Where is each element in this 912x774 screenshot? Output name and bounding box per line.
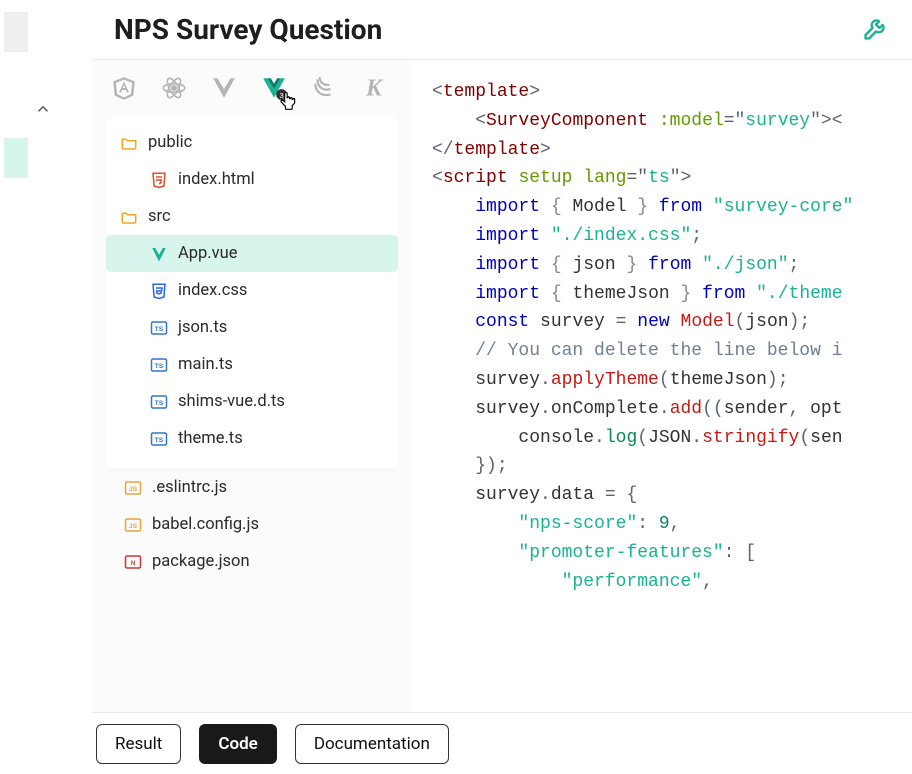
js-icon: JS <box>124 479 142 497</box>
svg-text:TS: TS <box>155 437 164 444</box>
file-panel: 3 K public index.html <box>92 60 412 712</box>
svg-text:3: 3 <box>279 91 283 100</box>
product-switch-1[interactable] <box>4 12 28 52</box>
file-json-ts[interactable]: TS json.ts <box>106 309 398 346</box>
file-package-json[interactable]: N package.json <box>106 543 398 580</box>
ts-icon: TS <box>150 356 168 374</box>
js-icon: JS <box>124 516 142 534</box>
page-header: NPS Survey Question <box>92 0 912 60</box>
file-tree: public index.html src App.vue index.css <box>106 116 398 469</box>
file-label: json.ts <box>178 318 227 337</box>
file-label: theme.ts <box>178 429 243 448</box>
file-label: App.vue <box>178 244 237 263</box>
ts-icon: TS <box>150 430 168 448</box>
file-label: babel.config.js <box>152 515 259 534</box>
file-app-vue[interactable]: App.vue <box>106 235 398 272</box>
file-babel-config[interactable]: JS babel.config.js <box>106 506 398 543</box>
html5-icon <box>150 171 168 189</box>
jquery-icon[interactable] <box>310 74 338 102</box>
file-main-ts[interactable]: TS main.ts <box>106 346 398 383</box>
svg-text:JS: JS <box>129 486 138 493</box>
folder-open-icon <box>120 134 138 152</box>
json-icon: N <box>124 553 142 571</box>
svg-text:TS: TS <box>155 363 164 370</box>
file-theme-ts[interactable]: TS theme.ts <box>106 420 398 457</box>
svg-text:TS: TS <box>155 326 164 333</box>
folder-open-icon <box>120 208 138 226</box>
file-label: index.html <box>178 170 255 189</box>
root-files: JS .eslintrc.js JS babel.config.js N pac… <box>106 469 398 580</box>
file-label: index.css <box>178 281 247 300</box>
result-button[interactable]: Result <box>96 724 181 764</box>
folder-label: src <box>148 207 171 226</box>
angular-icon[interactable] <box>110 74 138 102</box>
folder-public[interactable]: public <box>106 124 398 161</box>
file-label: package.json <box>152 552 250 571</box>
svg-text:N: N <box>131 561 135 567</box>
file-label: shims-vue.d.ts <box>178 392 285 411</box>
file-label: .eslintrc.js <box>152 478 227 497</box>
code-button[interactable]: Code <box>199 724 276 764</box>
file-eslintrc[interactable]: JS .eslintrc.js <box>106 469 398 506</box>
framework-tabs: 3 K <box>92 74 412 116</box>
left-rail <box>0 0 92 774</box>
ts-icon: TS <box>150 319 168 337</box>
svg-text:K: K <box>365 76 384 101</box>
folder-src[interactable]: src <box>106 198 398 235</box>
page-title: NPS Survey Question <box>114 13 382 46</box>
svg-text:JS: JS <box>129 523 138 530</box>
code-editor[interactable]: <template> <SurveyComponent :model="surv… <box>412 60 912 712</box>
svg-text:TS: TS <box>155 400 164 407</box>
collapse-chevron-icon[interactable] <box>34 100 52 123</box>
vue-icon[interactable] <box>210 74 238 102</box>
documentation-button[interactable]: Documentation <box>295 724 449 764</box>
knockout-icon[interactable]: K <box>360 74 388 102</box>
main-split: 3 K public index.html <box>92 60 912 712</box>
file-shims-vue-ts[interactable]: TS shims-vue.d.ts <box>106 383 398 420</box>
product-switch-2[interactable] <box>4 138 28 178</box>
file-index-html[interactable]: index.html <box>106 161 398 198</box>
vue3-icon[interactable]: 3 <box>260 74 288 102</box>
folder-label: public <box>148 133 192 152</box>
react-icon[interactable] <box>160 74 188 102</box>
settings-wrench-icon[interactable] <box>862 14 890 46</box>
vue-file-icon <box>150 245 168 263</box>
footer-tabs: Result Code Documentation <box>92 712 912 774</box>
file-index-css[interactable]: index.css <box>106 272 398 309</box>
ts-icon: TS <box>150 393 168 411</box>
css-icon <box>150 282 168 300</box>
file-label: main.ts <box>178 355 233 374</box>
